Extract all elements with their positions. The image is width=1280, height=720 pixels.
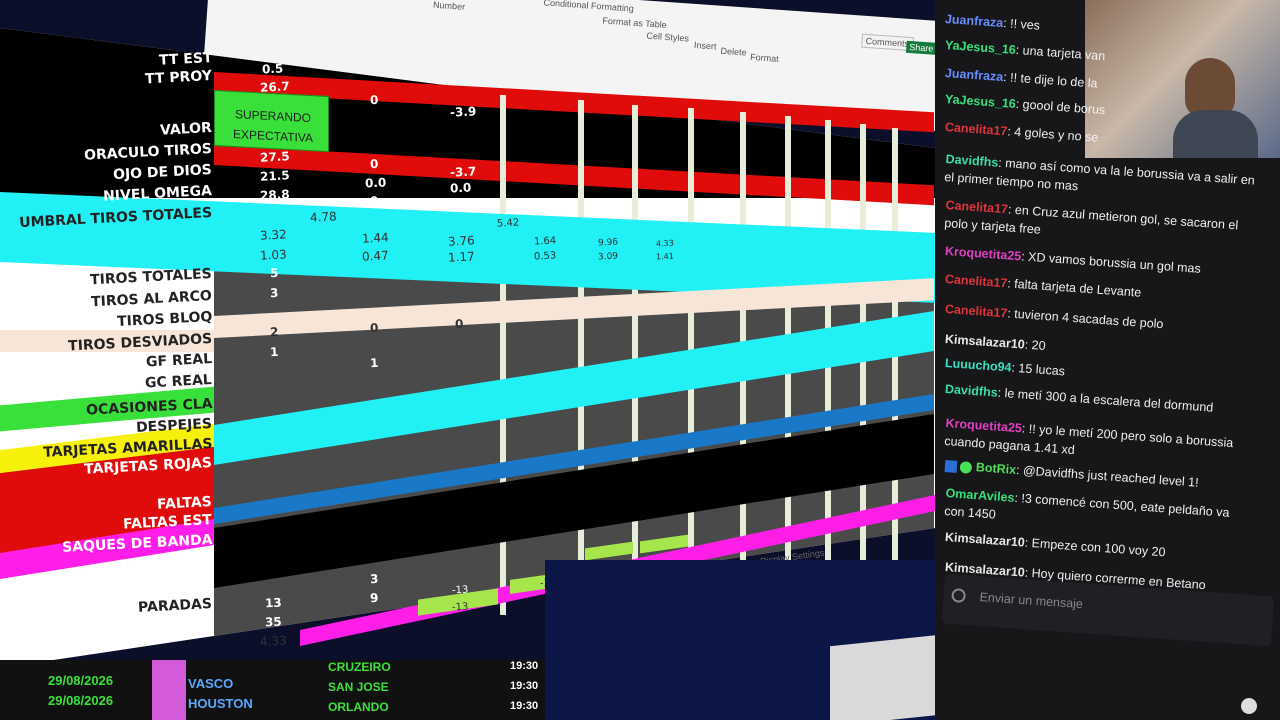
cell-tiros-desviados-2: 0 [369, 320, 379, 336]
cell-paradas: 13 [264, 595, 283, 611]
chat-username[interactable]: Canelita17 [945, 198, 1008, 216]
format-as-table-button[interactable]: Format as Table [602, 16, 667, 30]
cell-tt-est: 0.5 [261, 61, 284, 77]
cell-tiros-desviados: 2 [269, 324, 279, 340]
chat-text: 20 [1031, 338, 1047, 354]
streamer-face [1185, 58, 1235, 118]
emoji-icon[interactable] [951, 588, 967, 604]
chat-username[interactable]: BotRix [975, 460, 1016, 477]
chat-username[interactable]: Kroquetita25 [945, 416, 1022, 435]
schedule-divider [152, 660, 186, 720]
label-tt-est: TT EST [158, 50, 213, 69]
superando-badge: SUPERANDO EXPECTATIVA [214, 89, 329, 153]
schedule-time: 19:30 [510, 680, 539, 692]
chat-input[interactable]: Enviar un mensaje [979, 590, 1083, 611]
cell-oraculo: 27.5 [259, 149, 290, 165]
cell-tt-proy: 26.7 [259, 79, 290, 95]
cell-paradas-2: 35 [264, 614, 283, 630]
column-divider [632, 104, 638, 606]
cell-umbral-b: 5.42 [496, 217, 520, 230]
chat-username[interactable]: OmarAviles [945, 486, 1015, 505]
cell-r2-0: 1.03 [259, 247, 288, 263]
cell-gc-real-2: 1 [369, 355, 379, 371]
cell-r2-1: 0.47 [361, 248, 390, 264]
screen: Number Conditional Formatting Format as … [0, 0, 1280, 720]
insert-button[interactable]: Insert [694, 40, 717, 52]
label-gf-real: GF REAL [145, 351, 213, 371]
cell-r1-0: 3.32 [259, 227, 288, 243]
schedule-away: SAN JOSE [328, 680, 389, 694]
cell-neg-1: -13 [451, 584, 469, 597]
ribbon-number-group: Number [432, 0, 466, 12]
streamer-shirt [1173, 110, 1258, 158]
chat-username[interactable]: Davidfhs [945, 152, 999, 170]
label-valor: VALOR [159, 120, 213, 139]
webcam-overlay [1085, 0, 1280, 158]
cell-r2-3: 0.53 [533, 250, 557, 263]
second-window-corner [830, 633, 950, 720]
verified-icon [959, 460, 973, 474]
cell-paradas-3: 4.33 [259, 633, 288, 649]
cell-paradas-b: 9 [369, 590, 379, 606]
cell-nivel-3: 0 [454, 197, 464, 213]
cell-oraculo-2: 0 [369, 156, 379, 172]
badge-text: SUPERANDO EXPECTATIVA [232, 107, 313, 146]
cell-neg-2: -13 [451, 601, 469, 614]
cell-tiros-totales: 5 [269, 265, 279, 281]
cell-r2-4: 3.09 [597, 251, 619, 263]
cell-tt-proy-3: -3.9 [449, 104, 477, 120]
smiley-icon[interactable] [1241, 698, 1257, 714]
conditional-formatting-button[interactable]: Conditional Formatting [543, 0, 634, 14]
cell-r1-1: 1.44 [361, 230, 390, 246]
cell-ojo-2: 0.0 [364, 175, 387, 191]
cell-paradas-a: 3 [369, 571, 379, 587]
cell-tt-proy-2: 0 [369, 92, 379, 108]
schedule-panel: 29/08/2026 29/08/2026 VASCO HOUSTON CRUZ… [0, 660, 545, 720]
cell-styles-button[interactable]: Cell Styles [646, 31, 689, 44]
cell-oraculo-3: -3.7 [449, 164, 477, 180]
cell-r1-5: 4.33 [655, 238, 675, 249]
delete-button[interactable]: Delete [720, 46, 747, 58]
cell-tiros-arco: 3 [269, 285, 279, 301]
cell-ojo-3: 0.0 [449, 180, 472, 196]
format-button[interactable]: Format [750, 52, 779, 64]
column-divider [578, 99, 584, 611]
cell-r1-3: 1.64 [533, 235, 557, 248]
cell-tiros-desviados-3: 0 [454, 316, 464, 332]
schedule-home: VASCO [188, 676, 234, 691]
cell-nivel-2: 0 [369, 193, 379, 209]
cell-r1-2: 3.76 [447, 233, 476, 249]
schedule-home: HOUSTON [188, 696, 253, 711]
schedule-time: 19:30 [510, 660, 539, 672]
schedule-time: 19:30 [510, 700, 539, 712]
cell-r2-2: 1.17 [447, 249, 476, 265]
schedule-away: CRUZEIRO [328, 660, 391, 674]
chat-text: !! ves [1009, 16, 1041, 33]
schedule-date: 29/08/2026 [48, 693, 114, 708]
label-faltas: FALTAS [156, 494, 213, 513]
schedule-away: ORLANDO [328, 700, 389, 714]
schedule-date: 29/08/2026 [48, 673, 114, 688]
cell-ojo: 21.5 [259, 168, 290, 184]
cell-gf-real: 1 [269, 344, 279, 360]
cell-r1-4: 9.96 [597, 237, 619, 249]
cell-r2-5: 1.41 [655, 251, 675, 262]
share-button[interactable]: Share [905, 40, 937, 55]
cell-nivel: 28.8 [259, 187, 290, 203]
cell-umbral: 4.78 [309, 209, 338, 225]
bot-icon [944, 459, 958, 473]
